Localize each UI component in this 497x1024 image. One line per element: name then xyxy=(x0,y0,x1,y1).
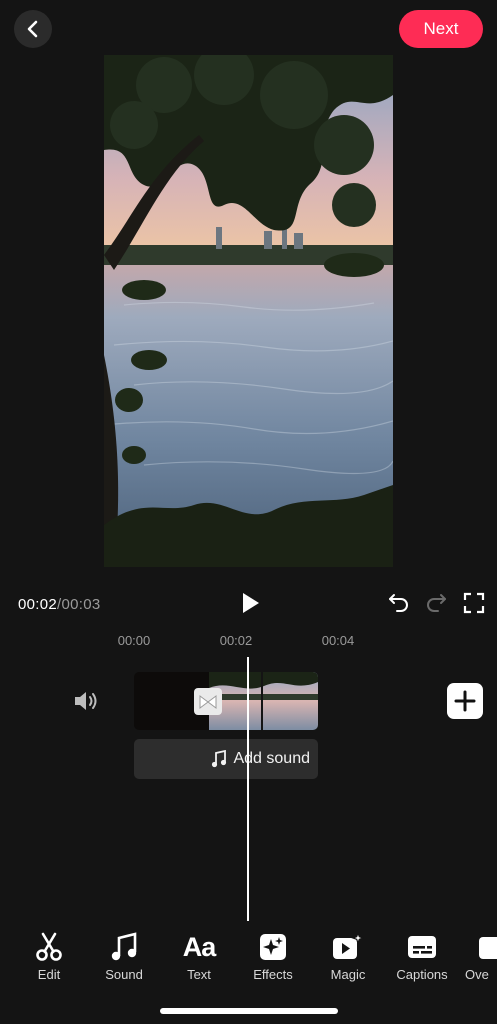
playhead[interactable] xyxy=(247,657,249,921)
overlay-icon xyxy=(479,937,497,959)
tool-captions[interactable]: Captions xyxy=(390,932,454,982)
current-time: 00:02 xyxy=(18,596,58,613)
magic-video-icon xyxy=(333,933,364,959)
sparkles-icon xyxy=(260,934,286,960)
speaker-icon xyxy=(75,692,97,710)
tool-magic[interactable]: Magic xyxy=(316,932,380,982)
tool-label: Sound xyxy=(105,967,143,982)
undo-icon xyxy=(389,594,408,612)
tool-edit[interactable]: Edit xyxy=(17,932,81,982)
ruler-tick: 00:02 xyxy=(219,633,253,648)
fullscreen-button[interactable] xyxy=(462,591,486,615)
undo-button[interactable] xyxy=(388,591,410,613)
tool-sound[interactable]: Sound xyxy=(92,932,156,982)
chevron-left-icon xyxy=(27,20,38,38)
tool-label: Magic xyxy=(330,967,366,982)
tool-label: Effects xyxy=(253,967,293,982)
scissors-icon xyxy=(36,932,62,961)
play-icon xyxy=(243,593,259,613)
tool-effects[interactable]: Effects xyxy=(241,932,305,982)
captions-icon xyxy=(408,936,436,958)
tool-label: Edit xyxy=(37,967,61,982)
music-note-icon xyxy=(111,932,137,961)
tool-text[interactable]: Aa Text xyxy=(167,932,231,982)
back-button[interactable] xyxy=(14,10,52,48)
tool-label: Captions xyxy=(396,967,448,982)
add-sound-button[interactable]: Add sound xyxy=(134,739,318,779)
ruler-tick: 00:04 xyxy=(321,633,355,648)
text-aa-icon: Aa xyxy=(182,932,217,962)
tool-overlay[interactable]: Ove xyxy=(465,932,497,982)
fullscreen-icon xyxy=(463,592,485,614)
video-preview[interactable] xyxy=(104,55,393,567)
ruler-tick: 00:00 xyxy=(117,633,151,648)
volume-button[interactable] xyxy=(72,688,100,714)
tool-label: Text xyxy=(187,967,211,982)
add-clip-button[interactable] xyxy=(447,683,483,719)
next-button[interactable]: Next xyxy=(399,10,483,48)
transition-button[interactable] xyxy=(194,688,222,715)
play-button[interactable] xyxy=(236,589,264,617)
add-sound-label: Add sound xyxy=(233,750,310,767)
music-note-icon xyxy=(212,750,227,768)
plus-icon xyxy=(454,690,476,712)
transition-icon xyxy=(199,694,217,709)
time-readout: 00:02/00:03 xyxy=(18,596,101,613)
home-indicator[interactable] xyxy=(160,1008,338,1014)
clip-thumbnails xyxy=(134,672,318,730)
video-frame xyxy=(104,55,393,567)
redo-button[interactable] xyxy=(425,591,447,613)
tool-label: Ove xyxy=(465,967,489,982)
video-clip-track[interactable] xyxy=(134,672,318,730)
redo-icon xyxy=(427,594,446,612)
duration: 00:03 xyxy=(61,596,101,613)
